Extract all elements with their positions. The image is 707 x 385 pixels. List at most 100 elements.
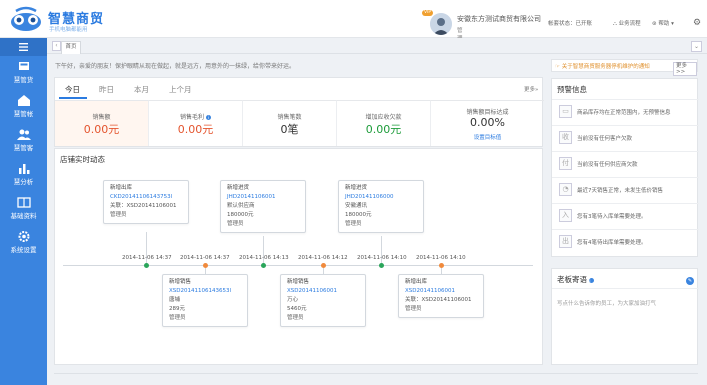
tab-bar: ‹ 首页 ⌄ xyxy=(47,38,707,54)
stat-value: 0.00元 xyxy=(177,123,214,136)
timeline-time: 2014-11-06 14:10 xyxy=(416,255,466,261)
notice-more-button[interactable]: 更多>> xyxy=(673,62,697,76)
stat-sales-amount: 销售额 0.00元 xyxy=(55,100,149,146)
tab-home[interactable]: 首页 xyxy=(61,41,81,54)
company-name: 安徽东方测试商贸有限公司 xyxy=(457,15,541,23)
sidebar-item-analysis[interactable]: 慧分析 xyxy=(0,158,47,192)
event-operator: 管理员 xyxy=(227,221,244,227)
sidebar-item-goods[interactable]: 慧管货 xyxy=(0,56,47,90)
alert-text: 当前没有任何供应商欠款 xyxy=(577,162,638,168)
timeline-time: 2014-11-06 14:13 xyxy=(239,255,289,261)
sales-icon: ◔ xyxy=(559,183,572,196)
stat-value: 0.00% xyxy=(470,116,505,129)
notice-text: 关于智慧商贸服务器停机维护的通知 xyxy=(561,64,650,70)
alert-item[interactable]: ▭ 商品库存均在正常范围内，无预警信息 xyxy=(552,99,699,123)
timeline-card[interactable]: 新增进货 JHD20141106001 默认供应商 180000元 管理员 xyxy=(220,180,306,233)
order-code-link[interactable]: JHD20141106000 xyxy=(345,193,417,202)
order-code-link[interactable]: XSD20141106143653l xyxy=(169,287,241,296)
event-amount: 5460元 xyxy=(287,306,307,312)
order-code-link[interactable]: CKD20141106143753l xyxy=(110,193,182,202)
divider xyxy=(54,373,698,374)
stat-value: 0.00元 xyxy=(83,123,120,136)
panel-title: 老板寄语 i xyxy=(557,274,595,285)
flow-icon: ⛬ xyxy=(613,21,617,27)
event-meta: 万心 xyxy=(287,297,299,303)
event-meta: 默认供应商 xyxy=(227,203,255,209)
edit-icon[interactable]: ✎ xyxy=(686,277,694,285)
business-flow-label: 业务流程 xyxy=(618,21,641,27)
sales-stats-panel: 今日 昨日 本月 上个月 更多» 销售额 0.00元 销售毛利 i 0.00元 … xyxy=(54,77,544,147)
timeline-card[interactable]: 新增出库 CKD20141106143753l 关联：XSD2014110600… xyxy=(103,180,189,224)
timeline-card[interactable]: 新增出库 XSD20141106001 关联：XSD20141106001 管理… xyxy=(398,274,484,318)
notice-link[interactable]: ☞ 关于智慧商贸服务器停机维护的通知 xyxy=(555,62,650,70)
receivable-icon: 收 xyxy=(559,131,572,144)
more-link[interactable]: 更多» xyxy=(524,85,538,93)
gear-icon xyxy=(18,231,29,242)
sidebar-item-customers[interactable]: 慧管客 xyxy=(0,124,47,158)
alert-item[interactable]: 入 您有3笔待入库单需要处理。 xyxy=(552,203,699,227)
stat-value: 0.00元 xyxy=(365,123,402,136)
set-target-link[interactable]: 设置目标值 xyxy=(431,133,544,141)
timeline-time: 2014-11-06 14:37 xyxy=(122,255,172,261)
wallet-icon xyxy=(17,95,30,106)
gear-icon[interactable]: ⚙ xyxy=(693,18,701,28)
event-meta: 关联：XSD20141106001 xyxy=(110,203,177,209)
alert-text: 您有3笔待入库单需要处理。 xyxy=(577,214,647,220)
info-icon[interactable]: i xyxy=(205,115,211,120)
tab-today[interactable]: 今日 xyxy=(65,84,80,95)
event-type: 新增销售 xyxy=(169,279,192,285)
sidebar-item-basedata[interactable]: 基础资料 xyxy=(0,192,47,226)
sidebar-toggle[interactable] xyxy=(0,38,47,56)
event-meta: 关联：XSD20141106001 xyxy=(405,297,472,303)
alert-item[interactable]: 出 您有4笔待出库单需要处理。 xyxy=(552,229,699,253)
stat-target-rate: 销售额目标达成 0.00% 设置目标值 xyxy=(431,100,544,146)
event-amount: 289元 xyxy=(169,306,185,312)
event-type: 新增进货 xyxy=(345,185,368,191)
alert-item[interactable]: 收 当前没有任何客户欠款 xyxy=(552,125,699,149)
sidebar-item-account[interactable]: 慧管帐 xyxy=(0,90,47,124)
alert-item[interactable]: ◔ 最近7天销售正常，未发生低价销售 xyxy=(552,177,699,201)
alert-text: 最近7天销售正常，未发生低价销售 xyxy=(577,188,664,194)
chart-icon xyxy=(18,164,29,174)
tab-yesterday[interactable]: 昨日 xyxy=(99,84,114,95)
event-operator: 管理员 xyxy=(110,212,127,218)
order-code-link[interactable]: XSD20141106001 xyxy=(287,287,359,296)
outbound-icon: 出 xyxy=(559,235,572,248)
order-code-link[interactable]: JHD20141106001 xyxy=(227,193,299,202)
tab-last-month[interactable]: 上个月 xyxy=(169,84,192,95)
order-code-link[interactable]: XSD20141106001 xyxy=(405,287,477,296)
event-operator: 管理员 xyxy=(405,306,422,312)
timeline-time: 2014-11-06 14:37 xyxy=(180,255,230,261)
timeline-card[interactable]: 新增进货 JHD20141106000 安徽通讯 180000元 管理员 xyxy=(338,180,424,233)
timeline-card[interactable]: 新增销售 XSD20141106001 万心 5460元 管理员 xyxy=(280,274,366,327)
tab-scroll-left[interactable]: ‹ xyxy=(52,41,61,51)
payable-icon: 付 xyxy=(559,157,572,170)
avatar[interactable] xyxy=(430,13,452,35)
sidebar-item-label: 慧管客 xyxy=(13,144,34,152)
event-meta: 安徽通讯 xyxy=(345,203,368,209)
top-header: 智慧商贸 手机电脑都能用 VIP 安徽东方测试商贸有限公司 管理员 帐套状态：已… xyxy=(0,0,707,50)
inbound-icon: 入 xyxy=(559,209,572,222)
boss-message-input[interactable]: 写点什么告诉你的员工，为大家加油打气 xyxy=(557,299,656,307)
tab-this-month[interactable]: 本月 xyxy=(134,84,149,95)
alert-item[interactable]: 付 当前没有任何供应商欠款 xyxy=(552,151,699,175)
timeline-time: 2014-11-06 14:10 xyxy=(357,255,407,261)
sidebar-item-label: 慧分析 xyxy=(13,178,34,186)
timeline-axis xyxy=(63,265,533,266)
cart-icon xyxy=(18,62,29,70)
help-link[interactable]: ⊛ 帮助 ▾ xyxy=(652,19,674,27)
sidebar-item-settings[interactable]: 系统设置 xyxy=(0,226,47,260)
timeline-dot xyxy=(379,263,384,268)
logo-icon xyxy=(11,6,41,31)
sidebar-item-label: 慧管货 xyxy=(13,76,34,84)
boss-title-text: 老板寄语 xyxy=(557,275,587,284)
info-icon[interactable]: i xyxy=(589,277,595,283)
stat-label: 增加应收欠款 xyxy=(365,114,402,121)
timeline-dot xyxy=(144,263,149,268)
timeline-card[interactable]: 新增销售 XSD20141106143653l 唐埔 289元 管理员 xyxy=(162,274,248,327)
store-dynamics-panel: 店铺实时动态 新增出库 CKD20141106143753l 关联：XSD201… xyxy=(54,148,543,365)
business-flow-link[interactable]: ⛬ 业务流程 xyxy=(613,19,641,28)
sidebar-item-label: 慧管帐 xyxy=(13,110,34,118)
tab-dropdown[interactable]: ⌄ xyxy=(691,41,702,52)
sidebar-item-label: 系统设置 xyxy=(10,246,37,254)
